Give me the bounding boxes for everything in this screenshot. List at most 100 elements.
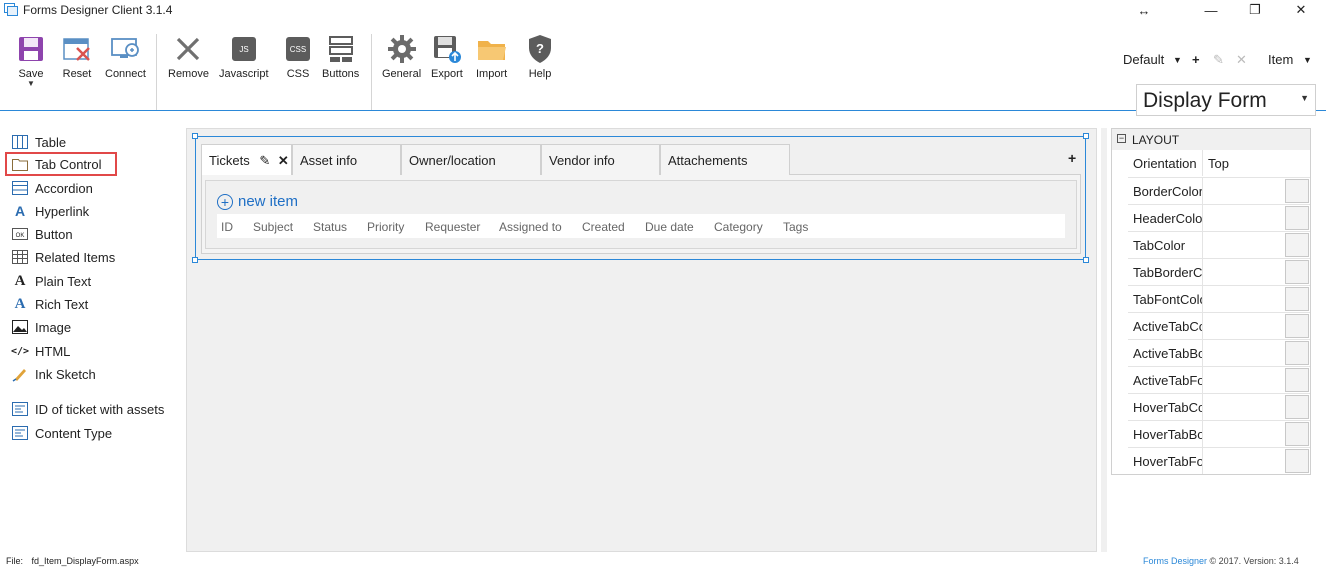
toolbox-item-ink-sketch[interactable]: Ink Sketch xyxy=(12,364,96,384)
add-form-set-button[interactable]: + xyxy=(1192,52,1200,67)
property-value[interactable]: Top xyxy=(1208,156,1229,171)
tab-vendor-info[interactable]: Vendor info xyxy=(541,144,660,175)
color-picker-button[interactable] xyxy=(1285,287,1309,311)
tab-label: Owner/location xyxy=(409,153,496,168)
property-divider xyxy=(1202,286,1203,312)
buttons-label: Buttons xyxy=(322,68,360,80)
toolbox-item-label: Accordion xyxy=(35,180,93,196)
property-row-tabcolor[interactable]: TabColor xyxy=(1128,231,1310,258)
edit-tab-icon[interactable]: ✎ xyxy=(259,153,270,168)
tab-owner-location[interactable]: Owner/location xyxy=(401,144,541,175)
toolbox-item-image[interactable]: Image xyxy=(12,317,71,337)
import-button[interactable]: Import xyxy=(476,34,507,80)
save-icon xyxy=(16,34,46,64)
resize-handle[interactable] xyxy=(1083,257,1089,263)
javascript-button[interactable]: JS Javascript xyxy=(219,34,269,80)
color-picker-button[interactable] xyxy=(1285,206,1309,230)
color-picker-button[interactable] xyxy=(1285,449,1309,473)
tab-attachements[interactable]: Attachements xyxy=(660,144,790,175)
edit-form-set-icon[interactable]: ✎ xyxy=(1213,52,1224,68)
color-picker-button[interactable] xyxy=(1285,260,1309,284)
toolbox-item-id-of-ticket-with-assets[interactable]: ID of ticket with assets xyxy=(12,399,164,419)
maximize-button[interactable]: ❐ xyxy=(1232,0,1278,20)
toolbox-item-content-type[interactable]: Content Type xyxy=(12,423,112,443)
property-name: TabBorderColor xyxy=(1133,265,1203,280)
resize-icon[interactable]: ↔ xyxy=(1121,0,1167,20)
resize-handle[interactable] xyxy=(1083,133,1089,139)
connect-button[interactable]: Connect xyxy=(105,34,146,80)
tab-tickets[interactable]: Tickets ✎ ✕ xyxy=(201,144,292,175)
close-button[interactable]: ✕ xyxy=(1278,0,1324,20)
property-divider xyxy=(1202,259,1203,285)
remove-icon xyxy=(173,34,203,64)
general-button[interactable]: General xyxy=(382,34,421,80)
toolbox-item-rich-text[interactable]: A Rich Text xyxy=(12,294,89,314)
color-picker-button[interactable] xyxy=(1285,368,1309,392)
file-name: fd_Item_DisplayForm.aspx xyxy=(31,556,139,566)
property-row-hovertabfontcolor[interactable]: HoverTabFontColor xyxy=(1128,447,1310,474)
delete-form-set-icon[interactable]: ✕ xyxy=(1236,52,1247,68)
close-tab-icon[interactable]: ✕ xyxy=(278,153,289,168)
import-label: Import xyxy=(476,68,508,80)
property-row-activetabbordercolor[interactable]: ActiveTabBorderColor xyxy=(1128,339,1310,366)
buttons-button[interactable]: Buttons xyxy=(322,34,359,80)
export-button[interactable]: Export xyxy=(431,34,463,80)
color-picker-button[interactable] xyxy=(1285,422,1309,446)
property-row-orientation[interactable]: Orientation Top xyxy=(1128,150,1310,177)
content-type-dropdown-icon[interactable]: ▼ xyxy=(1303,55,1312,65)
export-label: Export xyxy=(431,68,463,80)
toolbox-item-tab-control[interactable]: Tab Control xyxy=(4,152,118,176)
toolbox-item-accordion[interactable]: Accordion xyxy=(12,178,93,198)
column-header-assigned-to: Assigned to xyxy=(499,220,562,234)
property-row-bordercolor[interactable]: BorderColor xyxy=(1128,177,1310,204)
status-file: File: fd_Item_DisplayForm.aspx xyxy=(6,556,139,566)
save-dropdown-icon[interactable]: ▼ xyxy=(27,80,35,88)
form-set-dropdown-icon[interactable]: ▼ xyxy=(1173,55,1182,65)
color-picker-button[interactable] xyxy=(1285,341,1309,365)
remove-button[interactable]: Remove xyxy=(168,34,209,80)
tab-asset-info[interactable]: Asset info xyxy=(292,144,401,175)
rich-text-icon: A xyxy=(14,295,26,312)
toolbox-item-plain-text[interactable]: A Plain Text xyxy=(12,271,92,291)
toolbox-item-hyperlink[interactable]: A Hyperlink xyxy=(12,201,89,221)
property-row-activetabcolor[interactable]: ActiveTabColor xyxy=(1128,312,1310,339)
javascript-badge: JS xyxy=(239,45,248,54)
toolbox-item-related-items[interactable]: Related Items xyxy=(12,247,115,267)
resize-handle[interactable] xyxy=(192,257,198,263)
javascript-icon: JS xyxy=(229,34,259,64)
resize-handle[interactable] xyxy=(192,133,198,139)
chevron-down-icon: ▼ xyxy=(1300,93,1309,103)
property-name: TabColor xyxy=(1133,238,1186,253)
form-type-select[interactable]: Display Form ▼ xyxy=(1136,84,1316,116)
new-item-link[interactable]: + new item xyxy=(217,193,298,210)
brand-link[interactable]: Forms Designer xyxy=(1143,556,1207,566)
add-tab-button[interactable]: + xyxy=(1068,150,1076,166)
property-name: HoverTabBorderColor xyxy=(1133,427,1203,442)
color-picker-button[interactable] xyxy=(1285,395,1309,419)
field-icon xyxy=(12,425,28,441)
property-row-tabfontcolor[interactable]: TabFontColor xyxy=(1128,285,1310,312)
color-picker-button[interactable] xyxy=(1285,233,1309,257)
color-picker-button[interactable] xyxy=(1285,314,1309,338)
toolbox-item-html[interactable]: </> HTML xyxy=(11,341,70,361)
property-section-header[interactable]: − LAYOUT xyxy=(1112,129,1310,150)
remove-label: Remove xyxy=(168,68,209,80)
property-row-hovertabcolor[interactable]: HoverTabColor xyxy=(1128,393,1310,420)
splitter[interactable] xyxy=(1101,128,1107,552)
property-row-tabbordercolor[interactable]: TabBorderColor xyxy=(1128,258,1310,285)
property-divider xyxy=(1202,448,1203,474)
toolbox-item-table[interactable]: Table xyxy=(12,132,66,152)
property-row-activetabfontcolor[interactable]: ActiveTabFontColor xyxy=(1128,366,1310,393)
toolbox-item-button[interactable]: OK Button xyxy=(12,224,73,244)
save-button[interactable]: Save ▼ xyxy=(16,34,46,88)
minimize-button[interactable]: — xyxy=(1188,0,1234,20)
property-row-hovertabbordercolor[interactable]: HoverTabBorderColor xyxy=(1128,420,1310,447)
css-button[interactable]: CSS CSS xyxy=(283,34,313,80)
property-row-headercolor[interactable]: HeaderColor xyxy=(1128,204,1310,231)
color-picker-button[interactable] xyxy=(1285,179,1309,203)
help-button[interactable]: ? Help xyxy=(525,34,555,80)
form-set-select[interactable]: Default xyxy=(1123,52,1164,67)
collapse-icon[interactable]: − xyxy=(1117,134,1126,143)
reset-button[interactable]: Reset xyxy=(62,34,92,80)
content-type-select[interactable]: Item xyxy=(1268,52,1293,67)
